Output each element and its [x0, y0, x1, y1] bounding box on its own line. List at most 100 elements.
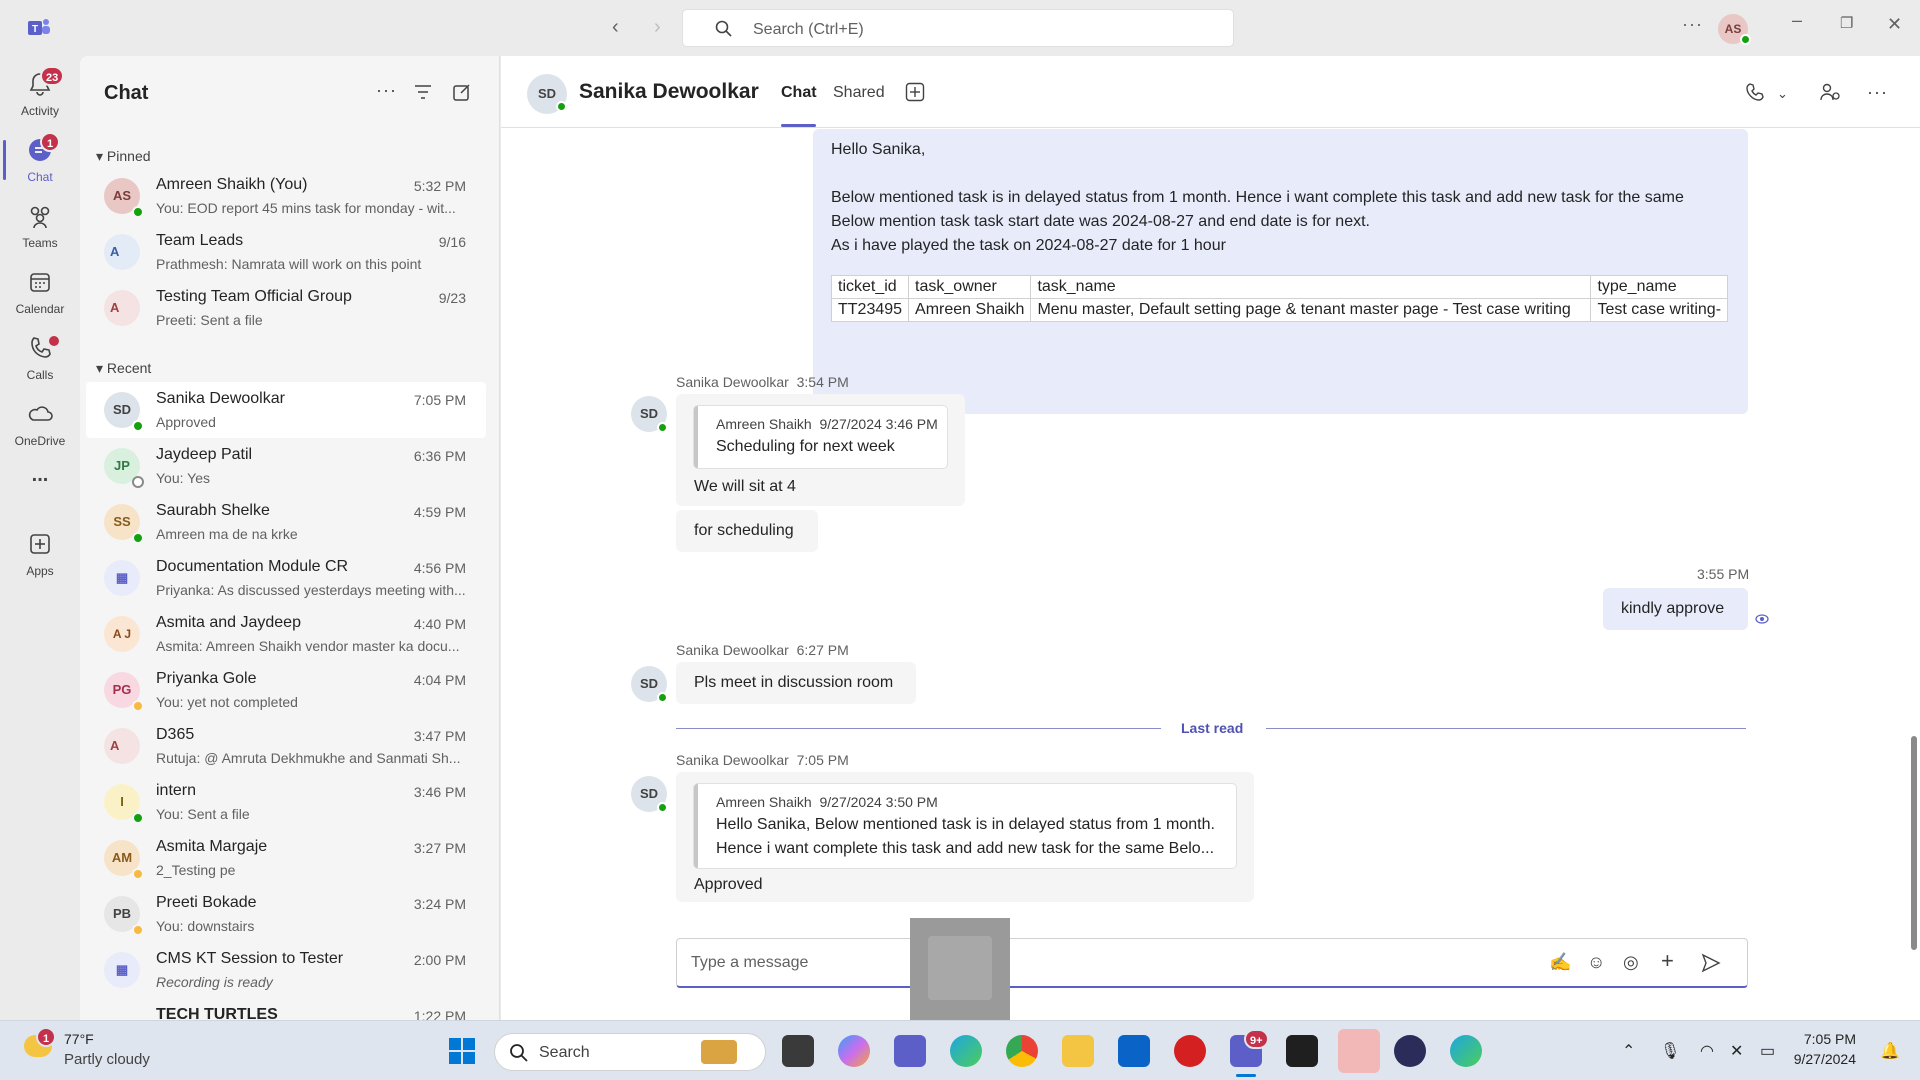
file-explorer-icon[interactable]	[1062, 1035, 1094, 1067]
windows-start-icon[interactable]	[446, 1035, 478, 1067]
add-tab-icon[interactable]	[905, 82, 925, 102]
chat-item-name: Team Leads	[156, 232, 244, 249]
chat-item[interactable]: AS Amreen Shaikh (You) You: EOD report 4…	[86, 168, 486, 224]
chevron-up-icon[interactable]: ⌃	[1622, 1041, 1635, 1061]
chat-item-time: 3:46 PM	[413, 784, 466, 800]
task-view-icon[interactable]	[782, 1035, 814, 1067]
notification-bell-icon[interactable]: 🔔	[1880, 1041, 1900, 1061]
filter-icon[interactable]	[414, 84, 432, 100]
chat-item[interactable]: I intern You: Sent a file 3:46 PM	[86, 774, 486, 830]
taskbar-search[interactable]: Search	[494, 1033, 766, 1071]
briefcase-icon	[701, 1040, 737, 1064]
chevron-down-icon[interactable]: ⌄	[1777, 86, 1788, 102]
chat-item[interactable]: AM Asmita Margaje 2_Testing pe 3:27 PM	[86, 830, 486, 886]
presence-available-icon	[657, 802, 668, 813]
message-bubble: for scheduling	[676, 510, 818, 552]
chat-item[interactable]: ▦ Documentation Module CR Priyanka: As d…	[86, 550, 486, 606]
chat-item[interactable]: PG Priyanka Gole You: yet not completed …	[86, 662, 486, 718]
clock[interactable]: 7:05 PM 9/27/2024	[1794, 1031, 1856, 1067]
copilot-icon[interactable]	[838, 1035, 870, 1067]
clock-time: 7:05 PM	[1803, 1031, 1856, 1047]
chat-item-preview: Rutuja: @ Amruta Dekhmukhe and Sanmati S…	[156, 750, 461, 766]
back-arrow-icon[interactable]: ‹	[612, 16, 619, 39]
rail-activity[interactable]: 23 Activity	[0, 64, 80, 126]
tab-shared[interactable]: Shared	[833, 84, 885, 102]
restore-icon[interactable]: ❐	[1840, 14, 1853, 32]
more-options-icon[interactable]: ···	[1682, 14, 1703, 35]
chat-item[interactable]: A Team Leads Prathmesh: Namrata will wor…	[86, 224, 486, 280]
recent-label: Recent	[106, 360, 152, 376]
divider-line	[1266, 728, 1746, 729]
eclipse-icon[interactable]	[1394, 1035, 1426, 1067]
chat-item[interactable]: A D365 Rutuja: @ Amruta Dekhmukhe and Sa…	[86, 718, 486, 774]
presence-available-icon	[132, 420, 144, 432]
quoted-reply[interactable]: Amreen Shaikh 9/27/2024 3:46 PM Scheduli…	[694, 406, 947, 468]
send-icon[interactable]	[1701, 953, 1721, 973]
recent-section-header[interactable]: ▾ Recent	[96, 360, 151, 377]
chat-item[interactable]: A J Asmita and Jaydeep Asmita: Amreen Sh…	[86, 606, 486, 662]
chat-item-name: Amreen Shaikh (You)	[156, 176, 308, 193]
group-avatar: A J	[104, 616, 140, 652]
message-composer[interactable]: Type a message ✍ ☺ ◎ +	[676, 938, 1748, 988]
message-bubble-mine: kindly approve	[1603, 588, 1748, 630]
rail-calendar[interactable]: Calendar	[0, 262, 80, 324]
chat-item[interactable]: ▦ CMS KT Session to Tester Recording is …	[86, 942, 486, 998]
chat-item[interactable]: A Testing Team Official Group Preeti: Se…	[86, 280, 486, 336]
rail-apps[interactable]: Apps	[0, 524, 80, 586]
wps-office-icon[interactable]	[1174, 1035, 1206, 1067]
chrome-icon[interactable]	[1006, 1035, 1038, 1067]
chat-item-time: 9/23	[438, 290, 466, 306]
recorder-icon[interactable]	[1286, 1035, 1318, 1067]
chat-item-name: TECH TURTLES	[156, 1006, 278, 1020]
edge-dev-icon[interactable]	[1450, 1035, 1482, 1067]
emoji-icon[interactable]: ☺	[1587, 952, 1605, 973]
message-text: Pls meet in discussion room	[694, 674, 894, 691]
presence-available-icon	[132, 206, 144, 218]
chat-more-icon[interactable]: ···	[376, 80, 397, 101]
tab-chat[interactable]: Chat	[781, 84, 817, 102]
svg-text:T: T	[32, 24, 38, 35]
minimize-icon[interactable]: –	[1792, 10, 1802, 31]
scrollbar[interactable]	[1911, 736, 1917, 950]
plus-icon[interactable]: +	[1661, 948, 1674, 974]
rail-more[interactable]: ...	[0, 460, 80, 522]
presence-available-icon	[132, 812, 144, 824]
sticky-notes-icon[interactable]	[1338, 1029, 1380, 1073]
rail-teams[interactable]: Teams	[0, 196, 80, 258]
chat-item[interactable]: SS Saurabh Shelke Amreen ma de na krke 4…	[86, 494, 486, 550]
format-icon[interactable]: ✍	[1549, 952, 1571, 973]
chat-item-name: D365	[156, 726, 195, 743]
chat-item[interactable]: JP Jaydeep Patil You: Yes 6:36 PM	[86, 438, 486, 494]
close-icon[interactable]: ✕	[1887, 14, 1902, 35]
pinned-section-header[interactable]: ▾ Pinned	[96, 148, 151, 165]
new-chat-icon[interactable]	[452, 82, 472, 102]
wifi-icon[interactable]: ◠	[1700, 1041, 1714, 1061]
battery-icon[interactable]: ▭	[1760, 1041, 1775, 1061]
chat-item-preview: You: EOD report 45 mins task for monday …	[156, 200, 456, 216]
search-input[interactable]: Search (Ctrl+E)	[682, 9, 1234, 47]
last-read-divider: Last read	[676, 718, 1746, 738]
chat-item-preview: 2_Testing pe	[156, 862, 236, 878]
chat-item-name: Asmita Margaje	[156, 838, 268, 855]
rail-onedrive[interactable]: OneDrive	[0, 394, 80, 456]
cloud-icon	[28, 406, 53, 421]
search-placeholder: Search (Ctrl+E)	[753, 21, 864, 38]
chat-item[interactable]: TECH TURTLES 1:22 PM	[86, 998, 486, 1020]
active-app-indicator	[1236, 1074, 1256, 1077]
group-avatar: A	[104, 234, 140, 270]
people-icon[interactable]	[1819, 82, 1841, 102]
loop-icon[interactable]: ◎	[1623, 952, 1639, 973]
more-options-icon[interactable]: ···	[1867, 82, 1888, 103]
forward-arrow-icon[interactable]: ›	[654, 16, 661, 39]
outlook-icon[interactable]	[1118, 1035, 1150, 1067]
quoted-reply[interactable]: Amreen Shaikh 9/27/2024 3:50 PM Hello Sa…	[694, 784, 1236, 868]
chat-item-selected[interactable]: SD Sanika Dewoolkar Approved 7:05 PM	[86, 382, 486, 438]
call-icon[interactable]	[1745, 82, 1765, 102]
rail-chat[interactable]: 1 Chat	[0, 130, 80, 192]
chat-item[interactable]: PB Preeti Bokade You: downstairs 3:24 PM	[86, 886, 486, 942]
teams-app-icon[interactable]	[894, 1035, 926, 1067]
volume-muted-icon[interactable]: ✕	[1730, 1041, 1743, 1061]
edge-icon[interactable]	[950, 1035, 982, 1067]
microphone-icon[interactable]: 🎙	[1660, 1041, 1680, 1061]
rail-calls[interactable]: Calls	[0, 328, 80, 390]
